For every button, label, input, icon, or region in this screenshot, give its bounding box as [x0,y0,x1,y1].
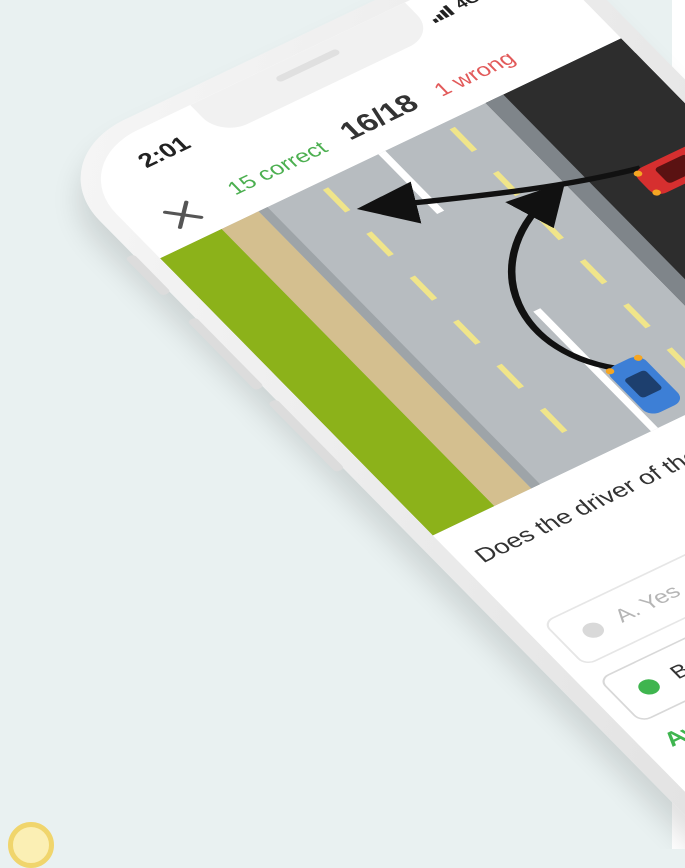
radio-icon [634,676,665,698]
phone-device: 2:01 4G 15 correct 16/18 1 wrong Does th… [40,0,685,849]
status-time: 2:01 [131,131,197,173]
decorative-coin-icon [8,822,54,868]
network-type: 4G [450,0,485,12]
radio-icon [578,619,609,641]
answer-option-label: A. Yes [609,581,685,627]
close-icon[interactable] [149,191,218,239]
status-indicators: 4G [424,0,518,25]
phone-mockup: 2:01 4G 15 correct 16/18 1 wrong Does th… [0,0,685,849]
signal-icon [427,4,455,23]
answer-option-label: B. No [665,641,685,684]
